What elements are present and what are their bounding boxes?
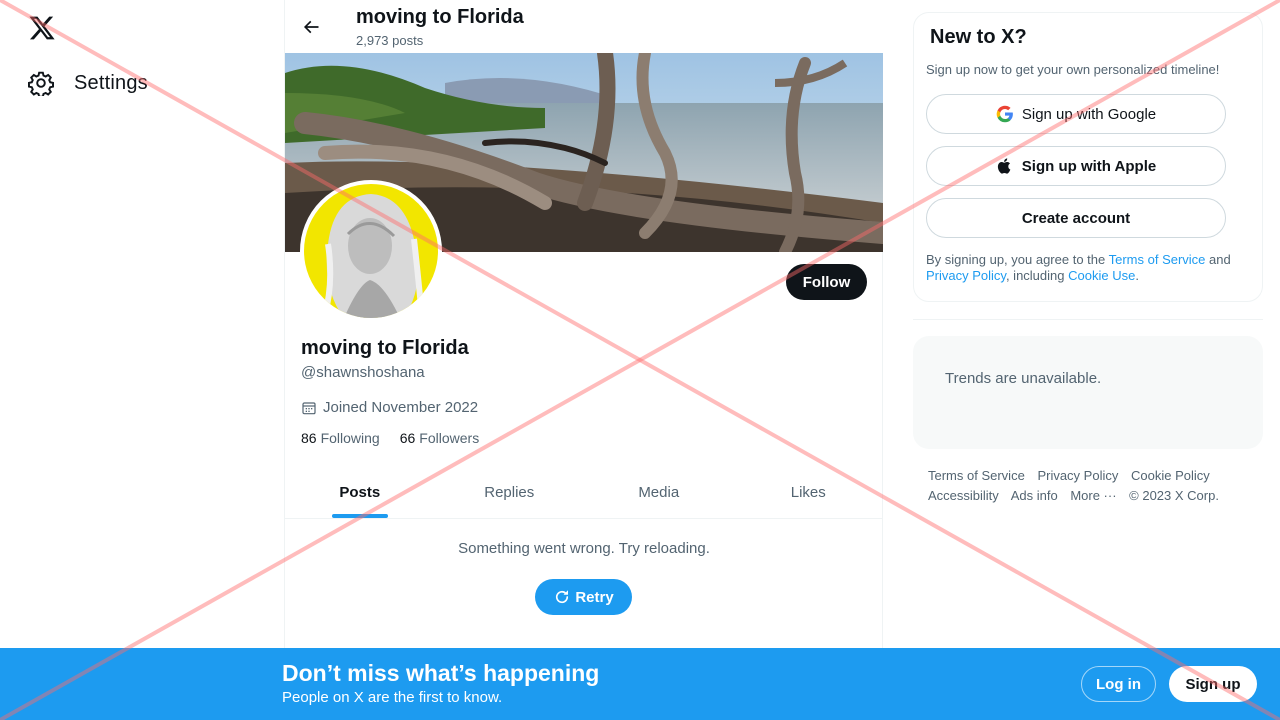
tab-media-label: Media xyxy=(638,484,680,501)
footer-privacy-link[interactable]: Privacy Policy xyxy=(1037,468,1118,483)
x-logo-icon[interactable] xyxy=(28,14,56,42)
legal-end: . xyxy=(1135,268,1139,283)
signup-apple-label: Sign up with Apple xyxy=(1021,157,1157,175)
tab-replies[interactable]: Replies xyxy=(435,467,585,518)
tab-posts-label: Posts xyxy=(339,484,381,501)
footer-accessibility-link[interactable]: Accessibility xyxy=(928,488,999,503)
cookie-use-link[interactable]: Cookie Use xyxy=(1068,268,1135,283)
left-nav: Settings xyxy=(0,0,284,720)
following-label: Following xyxy=(320,430,380,446)
tab-media[interactable]: Media xyxy=(584,467,734,518)
profile-avatar[interactable] xyxy=(300,180,442,322)
bottom-bar-title: Don’t miss what’s happening xyxy=(282,660,600,686)
retry-button[interactable]: Retry xyxy=(535,579,632,615)
signup-card: New to X? Sign up now to get your own pe… xyxy=(913,12,1263,302)
calendar-icon xyxy=(301,400,317,416)
sidebar-footer-links: Terms of Service Privacy Policy Cookie P… xyxy=(928,466,1258,506)
back-arrow-icon[interactable] xyxy=(299,15,323,39)
privacy-policy-link[interactable]: Privacy Policy xyxy=(926,268,1006,283)
profile-stats: 86 Following 66 Followers xyxy=(301,430,499,446)
joined-text: Joined November 2022 xyxy=(323,399,479,416)
footer-copyright: © 2023 X Corp. xyxy=(1129,488,1219,503)
footer-ads-link[interactable]: Ads info xyxy=(1011,488,1058,503)
followers-label: Followers xyxy=(419,430,480,446)
legal-and: and xyxy=(1205,252,1231,267)
terms-of-service-link[interactable]: Terms of Service xyxy=(1109,252,1206,267)
footer-cookie-link[interactable]: Cookie Policy xyxy=(1131,468,1210,483)
signup-legal-text: By signing up, you agree to the Terms of… xyxy=(926,252,1251,284)
nav-settings-label: Settings xyxy=(74,71,148,94)
tab-likes-label: Likes xyxy=(790,484,826,501)
login-button[interactable]: Log in xyxy=(1081,666,1156,702)
tab-replies-label: Replies xyxy=(484,484,535,501)
signup-bottom-bar: Don’t miss what’s happening People on X … xyxy=(0,648,1280,720)
gear-icon xyxy=(28,70,54,98)
google-icon xyxy=(996,105,1014,123)
nav-settings-link[interactable]: Settings xyxy=(28,66,148,100)
followers-count: 66 xyxy=(399,430,416,446)
signup-button[interactable]: Sign up xyxy=(1169,666,1257,702)
joined-date: Joined November 2022 xyxy=(301,399,478,416)
profile-tabs: Posts Replies Media Likes xyxy=(285,467,883,519)
following-count: 86 xyxy=(301,430,317,446)
legal-prefix: By signing up, you agree to the xyxy=(926,252,1109,267)
followers-link[interactable]: 66 Followers xyxy=(400,430,479,446)
trends-unavailable-message: Trends are unavailable. xyxy=(945,370,1102,387)
following-link[interactable]: 86 Following xyxy=(301,430,380,446)
header-post-count: 2,973 posts xyxy=(356,33,424,48)
footer-more-link[interactable]: More ··· xyxy=(1070,488,1116,503)
signup-title: New to X? xyxy=(930,26,1027,48)
profile-column: moving to Florida 2,973 posts Follow mov… xyxy=(284,0,883,720)
retry-label: Retry xyxy=(575,588,614,606)
refresh-icon xyxy=(553,588,571,606)
tab-posts[interactable]: Posts xyxy=(285,467,435,518)
feed-error-message: Something went wrong. Try reloading. xyxy=(458,540,710,557)
profile-handle: @shawnshoshana xyxy=(301,364,425,381)
trends-panel: Trends are unavailable. xyxy=(913,336,1263,449)
profile-display-name: moving to Florida xyxy=(301,337,469,359)
legal-including: , including xyxy=(1005,268,1069,283)
signup-subtitle: Sign up now to get your own personalized… xyxy=(926,62,1220,77)
signup-google-button[interactable]: Sign up with Google xyxy=(926,94,1226,134)
header-title: moving to Florida xyxy=(356,6,524,28)
signup-apple-button[interactable]: Sign up with Apple xyxy=(926,146,1226,186)
bottom-bar-subtitle: People on X are the first to know. xyxy=(282,689,503,706)
sidebar-divider xyxy=(913,319,1263,320)
create-account-button[interactable]: Create account xyxy=(926,198,1226,238)
signup-google-label: Sign up with Google xyxy=(1021,105,1157,123)
tab-likes[interactable]: Likes xyxy=(734,467,884,518)
footer-terms-link[interactable]: Terms of Service xyxy=(928,468,1025,483)
profile-header-bar: moving to Florida 2,973 posts xyxy=(285,0,883,53)
active-tab-indicator xyxy=(331,514,388,518)
follow-button[interactable]: Follow xyxy=(786,264,867,300)
apple-icon xyxy=(996,157,1014,175)
